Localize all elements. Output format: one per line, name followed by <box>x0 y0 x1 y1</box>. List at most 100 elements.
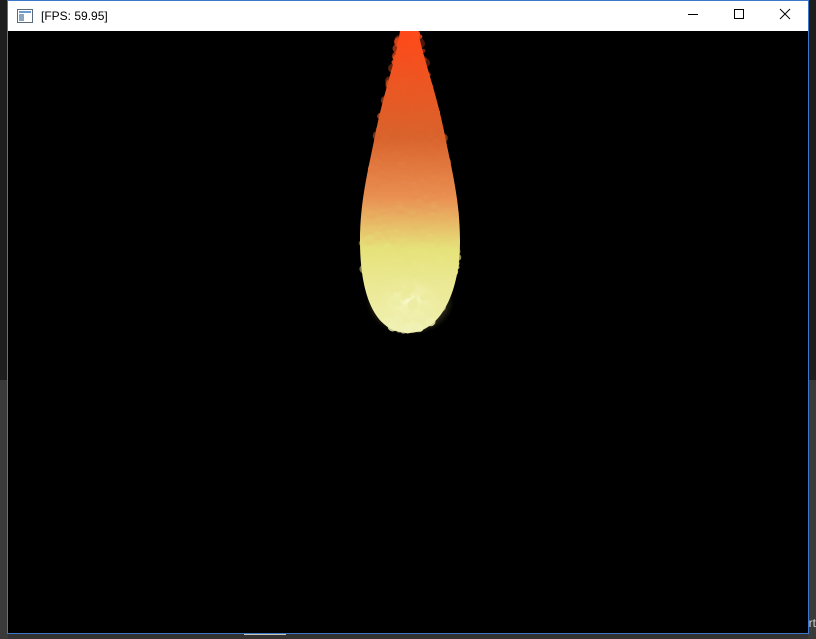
flame-particle <box>366 245 376 255</box>
flame-particle <box>404 192 410 198</box>
flame-particle <box>411 231 418 237</box>
flame-particle <box>433 278 443 288</box>
flame-particle <box>364 235 375 246</box>
flame-particle <box>414 301 426 312</box>
flame-particle <box>444 286 451 293</box>
flame-particle <box>403 110 411 118</box>
flame-particle <box>364 279 372 286</box>
particle-flame <box>358 31 462 335</box>
flame-particle <box>413 55 422 64</box>
flame-particle <box>415 137 421 143</box>
flame-particle <box>423 83 432 92</box>
flame-particle <box>416 258 422 264</box>
flame-particle <box>375 126 383 134</box>
flame-particle <box>391 79 401 90</box>
flame-particle <box>381 214 392 224</box>
flame-particle <box>391 152 401 161</box>
maximize-button[interactable] <box>716 1 762 31</box>
flame-particle <box>434 180 440 186</box>
flame-particle <box>431 138 441 148</box>
flame-particle <box>433 286 439 292</box>
flame-particle <box>398 117 406 124</box>
flame-particle <box>400 179 408 188</box>
flame-particle <box>402 52 410 61</box>
flame-particle <box>409 250 417 258</box>
close-icon <box>779 7 791 25</box>
close-button[interactable] <box>762 1 808 31</box>
flame-particle <box>412 273 418 278</box>
flame-particle <box>360 226 370 236</box>
flame-particle <box>454 253 462 261</box>
flame-particle <box>412 289 420 298</box>
flame-particle <box>364 270 374 279</box>
flame-particle <box>416 154 422 161</box>
flame-particle <box>418 179 427 188</box>
flame-particle <box>381 256 391 265</box>
flame-particle <box>416 49 422 56</box>
flame-particle <box>373 231 383 241</box>
flame-particle <box>430 174 438 182</box>
flame-particle <box>409 189 420 200</box>
flame-particle <box>440 246 450 256</box>
flame-particle <box>412 123 423 133</box>
render-canvas[interactable] <box>8 31 808 633</box>
flame-particle <box>409 320 416 327</box>
flame-particle <box>451 209 460 218</box>
flame-particle <box>429 203 439 213</box>
flame-particle <box>366 210 376 220</box>
flame-particle <box>401 123 406 129</box>
flame-particle <box>425 294 433 301</box>
flame-particle <box>447 189 453 195</box>
flame-particle <box>358 240 365 246</box>
flame-particle <box>409 139 415 146</box>
flame-particle <box>384 185 390 190</box>
flame-particle <box>397 102 407 112</box>
flame-particle <box>399 130 407 138</box>
flame-particle <box>386 251 393 258</box>
flame-particle <box>424 308 434 318</box>
flame-particle <box>440 191 447 198</box>
flame-particle <box>396 145 403 152</box>
flame-particle <box>386 172 396 182</box>
flame-particle <box>416 241 422 246</box>
flame-particle <box>382 228 389 234</box>
flame-particle <box>421 194 430 203</box>
flame-particle <box>407 277 413 283</box>
flame-particle <box>406 103 412 108</box>
window-app-icon[interactable] <box>17 9 33 23</box>
flame-particle <box>373 165 380 173</box>
flame-particle <box>400 84 409 93</box>
flame-particle <box>430 219 436 225</box>
title-bar[interactable]: [FPS: 59.95] <box>8 1 808 31</box>
flame-particle <box>414 173 420 179</box>
flame-particle <box>417 72 423 78</box>
minimize-button[interactable] <box>670 1 716 31</box>
maximize-icon <box>733 7 745 25</box>
flame-particle <box>378 169 388 179</box>
flame-particle <box>421 56 427 62</box>
flame-particle <box>397 138 405 146</box>
flame-particle <box>449 240 457 248</box>
flame-particle <box>382 156 388 161</box>
app-window: [FPS: 59.95] <box>7 0 809 634</box>
flame-particle <box>429 225 439 235</box>
flame-particle <box>420 230 426 236</box>
flame-particle <box>393 63 404 74</box>
flame-particle <box>449 221 454 227</box>
flame-particle <box>417 264 427 274</box>
flame-particle <box>430 124 436 131</box>
flame-particle <box>384 149 390 155</box>
flame-particle <box>370 280 375 285</box>
flame-particle <box>410 72 419 81</box>
flame-particle <box>449 231 455 237</box>
flame-particle <box>368 173 374 179</box>
flame-particle <box>430 113 439 121</box>
flame-particle <box>437 232 444 239</box>
flame-particle <box>415 312 420 317</box>
flame-particle <box>430 267 435 272</box>
flame-particle <box>387 267 393 273</box>
flame-particle <box>407 293 412 299</box>
flame-particle <box>428 211 437 221</box>
flame-particle <box>385 279 391 286</box>
flame-particle <box>448 266 459 277</box>
